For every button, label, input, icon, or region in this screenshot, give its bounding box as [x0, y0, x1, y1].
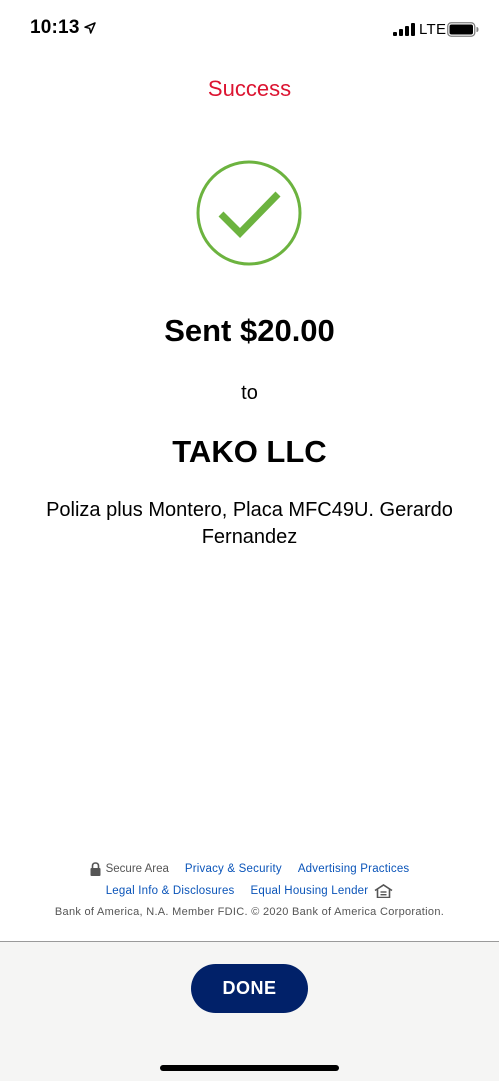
done-button[interactable]: DONE — [191, 964, 308, 1013]
sent-amount: Sent $20.00 — [164, 313, 335, 348]
location-arrow-icon — [84, 22, 96, 34]
footer-row-1: Secure Area Privacy & Security Advertisi… — [0, 862, 499, 876]
footer-row-2: Legal Info & Disclosures Equal Housing L… — [0, 884, 499, 898]
bottom-action-bar: DONE — [0, 941, 499, 1081]
payment-memo: Poliza plus Montero, Placa MFC49U. Gerar… — [46, 499, 453, 548]
copyright-text: Bank of America, N.A. Member FDIC. © 202… — [54, 906, 445, 918]
home-indicator[interactable] — [160, 1065, 339, 1071]
footer-row-3: Bank of America, N.A. Member FDIC. © 202… — [0, 906, 499, 918]
lock-icon — [90, 862, 101, 876]
recipient-name: TAKO LLC — [172, 434, 327, 469]
checkmark-circle-icon — [196, 160, 302, 266]
page-title: Success — [207, 76, 292, 101]
secure-area: Secure Area — [90, 862, 169, 876]
signal-bars-icon — [393, 23, 415, 36]
to-label: to — [241, 382, 258, 404]
secure-area-label: Secure Area — [105, 863, 169, 875]
status-bar: 10:13 LTE — [0, 0, 499, 60]
advertising-practices-link[interactable]: Advertising Practices — [298, 863, 410, 875]
equal-housing-lender-link[interactable]: Equal Housing Lender — [251, 885, 369, 897]
network-type: LTE — [419, 21, 447, 38]
legal-info-link[interactable]: Legal Info & Disclosures — [106, 885, 235, 897]
status-time: 10:13 — [30, 17, 80, 38]
privacy-security-link[interactable]: Privacy & Security — [185, 863, 282, 875]
battery-icon — [447, 22, 479, 37]
equal-housing-icon — [374, 884, 393, 898]
